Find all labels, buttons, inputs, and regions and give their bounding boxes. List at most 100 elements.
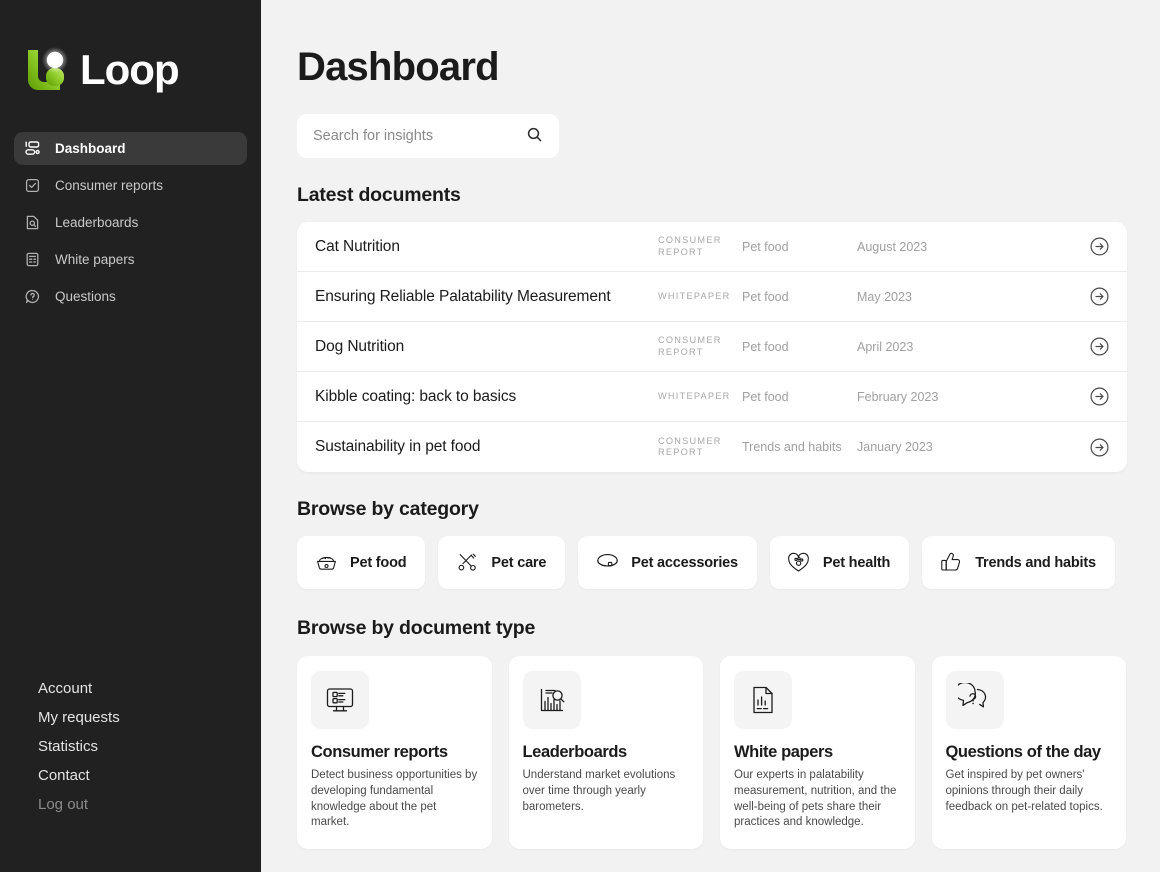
browse-by-document-type-section: Browse by document type Consumer reports… <box>297 617 1126 849</box>
browse-by-category-title: Browse by category <box>297 498 479 520</box>
table-row[interactable]: Ensuring Reliable Palatability Measureme… <box>297 272 1127 322</box>
document-type-title: Consumer reports <box>311 743 448 761</box>
bottom-link-log-out[interactable]: Log out <box>38 796 120 814</box>
document-list-icon <box>24 251 41 268</box>
document-type-desc: Detect business opportunities by develop… <box>311 769 478 829</box>
sidebar-item-leaderboards[interactable]: Leaderboards <box>14 206 247 239</box>
category-chip-pet-care[interactable]: Pet care <box>438 536 566 589</box>
search-bar[interactable] <box>297 114 559 158</box>
latest-documents-section: Latest documents Cat Nutrition CONSUMER … <box>297 184 1127 472</box>
thumbs-up-icon <box>938 550 964 576</box>
sidebar-item-label: Leaderboards <box>55 215 139 230</box>
browse-by-document-type-title: Browse by document type <box>297 617 536 639</box>
table-row[interactable]: Cat Nutrition CONSUMER REPORT Pet food A… <box>297 222 1127 272</box>
document-title: Cat Nutrition <box>315 237 400 255</box>
category-chip-pet-food[interactable]: Pet food <box>297 536 426 589</box>
document-title: Kibble coating: back to basics <box>315 387 517 405</box>
category-chip-label: Pet care <box>491 554 547 571</box>
category-chip-list: Pet food Pet care Pet accessories Pet he… <box>297 536 1126 589</box>
sidebar-item-questions[interactable]: Questions <box>14 280 247 313</box>
document-search-icon <box>24 214 41 231</box>
document-type-card-questions-of-the-day[interactable]: Questions of the day Get inspired by pet… <box>931 656 1126 849</box>
document-category: Pet food <box>742 339 789 354</box>
document-title: Ensuring Reliable Palatability Measureme… <box>315 287 611 305</box>
bottom-link-contact[interactable]: Contact <box>38 767 120 785</box>
sidebar-item-label: Questions <box>55 289 116 304</box>
document-date: May 2023 <box>857 289 912 304</box>
arrow-right-circle-icon[interactable] <box>1088 236 1110 257</box>
document-type-title: Questions of the day <box>945 743 1102 761</box>
document-title: Sustainability in pet food <box>315 438 481 455</box>
page-title: Dashboard <box>297 45 500 89</box>
main-content: Dashboard Latest documents Cat Nutrition… <box>261 0 1160 872</box>
sidebar: Loop Dashboard Consumer reports Leaderbo… <box>0 0 261 872</box>
document-chart-icon <box>734 671 792 729</box>
document-category: Pet food <box>742 389 789 404</box>
sidebar-item-label: Consumer reports <box>55 178 164 193</box>
document-type-card-white-papers[interactable]: White papers Our experts in palatability… <box>720 656 915 849</box>
bottom-link-statistics[interactable]: Statistics <box>38 738 120 756</box>
category-chip-pet-health[interactable]: Pet health <box>769 536 910 589</box>
document-title: Dog Nutrition <box>315 337 405 355</box>
document-type-desc: Understand market evolutions over time t… <box>522 769 676 813</box>
loop-logo-icon <box>24 46 70 94</box>
document-type-card-consumer-reports[interactable]: Consumer reports Detect business opportu… <box>297 656 492 849</box>
latest-documents-list: Cat Nutrition CONSUMER REPORT Pet food A… <box>297 222 1127 472</box>
question-bubbles-icon <box>945 671 1004 729</box>
dashboard-icon <box>24 140 41 157</box>
sidebar-item-consumer-reports[interactable]: Consumer reports <box>14 169 247 202</box>
category-chip-label: Pet health <box>822 554 891 571</box>
arrow-right-circle-icon[interactable] <box>1088 437 1110 458</box>
category-chip-label: Trends and habits <box>975 554 1096 571</box>
document-type-title: Leaderboards <box>522 743 628 761</box>
sidebar-item-label: White papers <box>55 252 135 267</box>
document-type: CONSUMER REPORT <box>658 235 722 257</box>
bottom-link-my-requests[interactable]: My requests <box>38 709 120 727</box>
document-type: CONSUMER REPORT <box>658 435 722 458</box>
arrow-right-circle-icon[interactable] <box>1088 386 1110 407</box>
category-chip-trends-and-habits[interactable]: Trends and habits <box>922 536 1115 589</box>
document-type: WHITEPAPER <box>658 390 731 401</box>
table-row[interactable]: Kibble coating: back to basics WHITEPAPE… <box>297 372 1127 422</box>
app-root: Loop Dashboard Consumer reports Leaderbo… <box>0 0 1160 872</box>
sidebar-item-dashboard[interactable]: Dashboard <box>14 132 247 165</box>
sidebar-item-white-papers[interactable]: White papers <box>14 243 247 276</box>
monitor-checklist-icon <box>311 671 369 729</box>
document-type-title: White papers <box>734 743 833 761</box>
search-input[interactable] <box>313 128 526 144</box>
brand-name: Loop <box>80 46 180 93</box>
pet-bowl-icon <box>313 550 339 576</box>
table-row[interactable]: Dog Nutrition CONSUMER REPORT Pet food A… <box>297 322 1127 372</box>
document-date: April 2023 <box>857 339 914 354</box>
latest-documents-title: Latest documents <box>297 184 461 206</box>
document-type-card-list: Consumer reports Detect business opportu… <box>297 656 1126 849</box>
document-type-card-leaderboards[interactable]: Leaderboards Understand market evolution… <box>508 656 703 849</box>
checkbox-document-icon <box>24 177 41 194</box>
sidebar-nav: Dashboard Consumer reports Leaderboards … <box>0 132 261 313</box>
sidebar-item-label: Dashboard <box>55 141 126 156</box>
category-chip-pet-accessories[interactable]: Pet accessories <box>578 536 757 589</box>
document-type-desc: Our experts in palatability measurement,… <box>734 769 897 829</box>
document-type: CONSUMER REPORT <box>658 335 722 357</box>
search-icon <box>526 126 543 146</box>
arrow-right-circle-icon[interactable] <box>1088 286 1110 307</box>
category-chip-label: Pet food <box>350 554 407 571</box>
document-date: February 2023 <box>857 389 939 404</box>
question-bubble-icon <box>24 288 41 305</box>
brand-logo[interactable]: Loop <box>24 46 261 94</box>
bottom-link-account[interactable]: Account <box>38 680 120 698</box>
scissors-comb-icon <box>454 550 480 576</box>
arrow-right-circle-icon[interactable] <box>1088 336 1110 357</box>
document-category: Trends and habits <box>742 440 842 454</box>
document-type: WHITEPAPER <box>658 290 731 301</box>
sidebar-bottom-nav: Account My requests Statistics Contact L… <box>38 680 120 814</box>
heart-paw-icon <box>786 550 812 576</box>
document-category: Pet food <box>742 289 789 304</box>
document-type-desc: Get inspired by pet owners' opinions thr… <box>945 769 1103 813</box>
search-button[interactable] <box>526 126 543 146</box>
collar-icon <box>594 550 620 576</box>
document-date: January 2023 <box>857 440 933 454</box>
browse-by-category-section: Browse by category Pet food Pet care Pet… <box>297 498 1126 589</box>
category-chip-label: Pet accessories <box>631 554 738 571</box>
table-row[interactable]: Sustainability in pet food CONSUMER REPO… <box>297 422 1127 472</box>
